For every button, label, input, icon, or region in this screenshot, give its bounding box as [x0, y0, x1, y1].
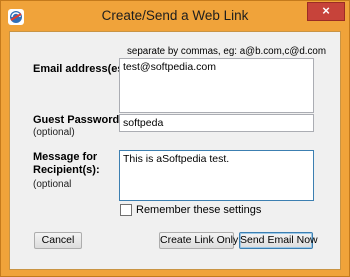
- password-optional-label: (optional): [33, 127, 75, 138]
- close-icon: ×: [322, 3, 330, 18]
- email-label: Email address(es):: [33, 63, 131, 75]
- message-label-line2: Recipient(s):: [33, 164, 100, 176]
- dialog-window: Create/Send a Web Link × separate by com…: [0, 0, 350, 277]
- cancel-button[interactable]: Cancel: [34, 232, 82, 249]
- title-bar[interactable]: Create/Send a Web Link ×: [1, 1, 349, 31]
- message-optional-label: (optional: [33, 179, 72, 190]
- password-label: Guest Password:: [33, 114, 123, 126]
- password-field[interactable]: softpeda: [119, 114, 314, 132]
- send-email-now-button[interactable]: Send Email Now: [239, 232, 318, 249]
- create-link-only-button[interactable]: Create Link Only: [159, 232, 238, 249]
- email-hint: separate by commas, eg: a@b.com,c@d.com: [127, 46, 327, 57]
- message-label-line1: Message for: [33, 151, 98, 163]
- remember-settings-checkbox[interactable]: [120, 204, 132, 216]
- window-title: Create/Send a Web Link: [101, 8, 249, 23]
- remember-settings-label[interactable]: Remember these settings: [136, 204, 261, 216]
- email-field[interactable]: test@softpedia.com: [119, 58, 314, 113]
- dialog-body: separate by commas, eg: a@b.com,c@d.com …: [9, 31, 341, 270]
- message-field[interactable]: This is aSoftpedia test.: [119, 150, 314, 201]
- close-button[interactable]: ×: [307, 2, 345, 21]
